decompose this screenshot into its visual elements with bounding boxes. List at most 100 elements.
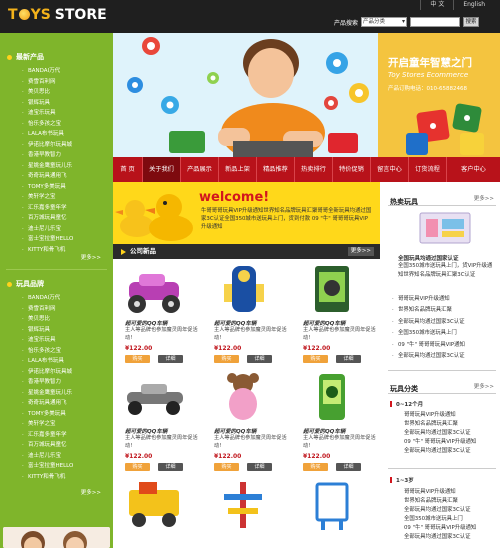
sidebar-item-brand[interactable]: 迪士尼儿乐宝	[22, 451, 113, 462]
sidebar-item-new-product[interactable]: 汇乐嘉多童年学	[22, 203, 113, 214]
buy-button[interactable]: 购买	[303, 355, 328, 363]
product-card[interactable]: 超可爱的QQ车辆 主人等品牌也参加魔灵周年促活动! ¥122.00 购买 详细	[291, 367, 376, 475]
detail-button[interactable]: 详细	[158, 463, 183, 471]
product-name[interactable]: 超可爱的QQ车辆	[303, 427, 345, 435]
hot-list-item[interactable]: 09 "牛" 哥哥哥玩具VIP通知	[392, 340, 465, 352]
buy-button[interactable]: 购买	[125, 355, 150, 363]
nav-customer[interactable]: 客户中心	[447, 157, 500, 182]
detail-button[interactable]: 详细	[158, 355, 183, 363]
sidebar-item-new-product[interactable]: 百万城玩具童忆	[22, 213, 113, 224]
nav-new[interactable]: 新品上架	[219, 157, 257, 182]
sidebar-item-brand[interactable]: 银辉玩具	[22, 325, 113, 336]
category-list-item[interactable]: 哥哥玩具VIP升级通知	[404, 488, 476, 497]
category-list-item[interactable]: 全部玩具均通过国家3C认证	[404, 533, 476, 542]
category-list-item[interactable]: 09 "牛" 哥哥玩具VIP升级通知	[404, 438, 476, 447]
sidebar-item-new-product[interactable]: 迪宝乐玩具	[22, 108, 113, 119]
sidebar-item-new-product[interactable]: 迪士尼儿乐宝	[22, 224, 113, 235]
sidebar-item-brand[interactable]: TOMY多美玩具	[22, 409, 113, 420]
detail-button[interactable]: 详细	[336, 463, 361, 471]
category-list-item[interactable]: 全部玩具均通过国家3C认证	[404, 429, 476, 438]
product-image[interactable]	[121, 370, 187, 424]
product-name[interactable]: 超可爱的QQ车辆	[214, 427, 256, 435]
hot-item-title[interactable]: 全国玩具均通过国家认证	[398, 254, 459, 262]
nav-products[interactable]: 产品展示	[181, 157, 219, 182]
product-image[interactable]	[210, 370, 276, 424]
sidebar-item-brand[interactable]: 美贝思比	[22, 314, 113, 325]
product-card[interactable]: 超可爱的QQ车辆 主人等品牌也参加魔灵周年促活动! ¥122.00 购买 详细	[202, 367, 287, 475]
sidebar-item-new-product[interactable]: 银辉玩具	[22, 98, 113, 109]
hot-list-item[interactable]: 世界知名品牌玩具汇聚	[392, 305, 465, 317]
nav-featured[interactable]: 精品推荐	[257, 157, 295, 182]
new-products-more-link[interactable]: 更多>>	[81, 253, 101, 261]
product-name[interactable]: 超可爱的QQ车辆	[303, 319, 345, 327]
sidebar-item-new-product[interactable]: BANDAI万代	[22, 66, 113, 77]
category-more-link[interactable]: 更多>>	[474, 382, 494, 390]
sidebar-item-brand[interactable]: 香港早教智力	[22, 377, 113, 388]
sidebar-item-new-product[interactable]: 美贝思比	[22, 87, 113, 98]
product-image[interactable]	[121, 478, 187, 532]
product-image[interactable]	[210, 262, 276, 316]
product-card[interactable]	[113, 475, 197, 548]
product-name[interactable]: 超可爱的QQ车辆	[125, 427, 167, 435]
sidebar-item-brand[interactable]: KITTY和骨飞机	[22, 472, 113, 483]
category-list-item[interactable]: 全部玩具均通过国家3C认证	[404, 447, 476, 456]
category-list-item[interactable]: 世界知名品牌玩具汇聚	[404, 497, 476, 506]
sidebar-item-brand[interactable]: 汇乐嘉多童年学	[22, 430, 113, 441]
category-list-item[interactable]: 09 "牛" 哥哥玩具VIP升级通知	[404, 524, 476, 533]
category-list-item[interactable]: 全国350城市送玩具上门	[404, 515, 476, 524]
nav-messages[interactable]: 留言中心	[371, 157, 409, 182]
sidebar-item-new-product[interactable]: 怡乐多孩之宝	[22, 119, 113, 130]
buy-button[interactable]: 购买	[303, 463, 328, 471]
buy-button[interactable]: 购买	[214, 463, 239, 471]
sidebar-item-new-product[interactable]: 奇奇玩具通用飞	[22, 171, 113, 182]
sidebar-item-brand[interactable]: 怡乐多孩之宝	[22, 346, 113, 357]
hot-list-item[interactable]: 全部玩具均通过国家3C认证	[392, 317, 465, 329]
product-name[interactable]: 超可爱的QQ车辆	[214, 319, 256, 327]
category-list-item[interactable]: 世界知名品牌玩具汇聚	[404, 420, 476, 429]
sidebar-item-new-product[interactable]: 伊诺比摩尔玩具城	[22, 140, 113, 151]
product-card[interactable]	[202, 475, 286, 548]
product-image[interactable]	[121, 262, 187, 316]
category-sub-0-12m[interactable]: 0~12个月	[390, 400, 423, 408]
category-select[interactable]: 产品分类	[361, 17, 408, 27]
product-image[interactable]	[299, 478, 365, 532]
nav-about[interactable]: 关于我们	[143, 157, 181, 182]
sidebar-item-brand[interactable]: 美轩学之宝	[22, 419, 113, 430]
hot-list-item[interactable]: 全部玩具均通过国家3C认证	[392, 351, 465, 363]
sidebar-item-brand[interactable]: 富士宝拉童HELLO	[22, 461, 113, 472]
product-card[interactable]: 超可爱的QQ车辆 主人等品牌也参加魔灵周年促活动! ¥122.00 购买 详细	[113, 259, 198, 367]
products-more-button[interactable]: 更多>>	[347, 247, 374, 256]
product-image[interactable]	[299, 370, 365, 424]
lang-english[interactable]: English	[453, 0, 494, 10]
product-card[interactable]: 超可爱的QQ车辆 主人等品牌也参加魔灵周年促活动! ¥122.00 购买 详细	[202, 259, 287, 367]
sidebar-item-brand[interactable]: 奇奇玩具通用飞	[22, 398, 113, 409]
hot-more-link[interactable]: 更多>>	[474, 194, 494, 202]
detail-button[interactable]: 详细	[247, 463, 272, 471]
brand-more-link[interactable]: 更多>>	[81, 488, 101, 496]
category-list-item[interactable]: 全部玩具均通过国家3C认证	[404, 506, 476, 515]
category-sub-1-3y[interactable]: 1~3岁	[390, 476, 414, 484]
sidebar-item-new-product[interactable]: 香港早教智力	[22, 150, 113, 161]
sidebar-item-new-product[interactable]: 星姚金鹰童玩儿乐	[22, 161, 113, 172]
sidebar-item-new-product[interactable]: TOMY多美玩具	[22, 182, 113, 193]
product-card[interactable]	[291, 475, 375, 548]
site-logo[interactable]: T YS STORE	[8, 7, 107, 23]
lang-chinese[interactable]: 中 文	[420, 0, 453, 10]
sidebar-item-new-product[interactable]: 美轩学之宝	[22, 192, 113, 203]
category-list-item[interactable]: 哥哥玩具VIP升级通知	[404, 411, 476, 420]
buy-button[interactable]: 购买	[214, 355, 239, 363]
sidebar-item-brand[interactable]: 迪宝乐玩具	[22, 335, 113, 346]
sidebar-item-brand[interactable]: LALA布书玩具	[22, 356, 113, 367]
nav-bestsellers[interactable]: 热卖排行	[295, 157, 333, 182]
sidebar-item-brand[interactable]: 费雪百利网	[22, 304, 113, 315]
product-card[interactable]: 超可爱的QQ车辆 主人等品牌也参加魔灵周年促活动! ¥122.00 购买 详细	[291, 259, 376, 367]
search-button[interactable]: 搜索	[463, 17, 480, 27]
product-image[interactable]	[210, 478, 276, 532]
sidebar-item-brand[interactable]: 伊诺比摩尔玩具城	[22, 367, 113, 378]
product-image[interactable]	[299, 262, 365, 316]
sidebar-item-brand[interactable]: 星姚金鹰童玩儿乐	[22, 388, 113, 399]
sidebar-item-new-product[interactable]: LALA布书玩具	[22, 129, 113, 140]
search-input[interactable]	[410, 17, 461, 27]
product-name[interactable]: 超可爱的QQ车辆	[125, 319, 167, 327]
buy-button[interactable]: 购买	[125, 463, 150, 471]
